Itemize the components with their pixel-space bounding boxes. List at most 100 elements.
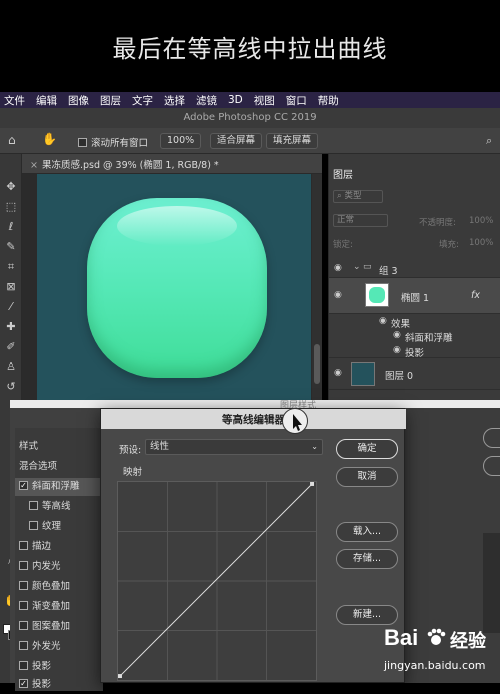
move-tool-icon[interactable]: ✥ [4, 180, 18, 194]
contour-curve-graph[interactable] [117, 481, 317, 681]
visibility-eye-icon[interactable]: ◉ [334, 263, 346, 273]
checkbox-icon[interactable]: ✓ [19, 481, 28, 490]
menu-filter[interactable]: 滤镜 [196, 93, 217, 108]
canvas-scrollbar[interactable] [312, 174, 322, 400]
menu-image[interactable]: 图像 [68, 93, 89, 108]
effect-row-bevel[interactable]: ◉ 斜面和浮雕 [329, 328, 500, 344]
paw-icon [426, 627, 446, 647]
crop-tool-icon[interactable]: ⌗ [4, 260, 18, 274]
filter-icon: ⌕ [337, 191, 342, 201]
history-brush-icon[interactable]: ↺ [4, 380, 18, 394]
menu-select[interactable]: 选择 [164, 93, 185, 108]
layer-row-ellipse[interactable]: ◉ 椭圆 1 fx [329, 278, 500, 314]
lasso-tool-icon[interactable]: ℓ [4, 220, 18, 234]
fit-screen-button[interactable]: 适合屏幕 [210, 133, 263, 149]
color-overlay-item[interactable]: 颜色叠加 [15, 578, 103, 596]
healing-brush-icon[interactable]: ✚ [4, 320, 18, 334]
preview-swatch [483, 533, 500, 633]
item-label: 图案叠加 [32, 621, 71, 632]
checkbox-icon[interactable] [29, 501, 38, 510]
styles-item[interactable]: 样式 [15, 438, 103, 456]
checkbox-icon[interactable] [19, 641, 28, 650]
preset-select[interactable]: 线性 ⌄ [145, 439, 323, 455]
fill-screen-button[interactable]: 填充屏幕 [266, 133, 319, 149]
drop-shadow-item-2[interactable]: ✓ 投影 [15, 676, 103, 694]
brush-tool-icon[interactable]: ✐ [4, 340, 18, 354]
gradient-overlay-item[interactable]: 渐变叠加 [15, 598, 103, 616]
fx-badge[interactable]: fx [471, 290, 480, 301]
checkbox-icon[interactable] [19, 661, 28, 670]
dialog-ok-button-partial[interactable] [483, 428, 500, 448]
document-canvas[interactable] [37, 174, 311, 400]
checkbox-icon[interactable] [19, 621, 28, 630]
bevel-emboss-item[interactable]: ✓ 斜面和浮雕 [15, 478, 103, 496]
visibility-eye-icon[interactable]: ◉ [393, 330, 405, 340]
outer-glow-item[interactable]: 外发光 [15, 638, 103, 656]
watermark-brand2: 经验 [450, 631, 486, 652]
dialog-cancel-button-partial[interactable] [483, 456, 500, 476]
menu-layer[interactable]: 图层 [100, 93, 121, 108]
menu-view[interactable]: 视图 [254, 93, 275, 108]
eyedropper-icon[interactable]: ⁄ [4, 300, 18, 314]
visibility-eye-icon[interactable]: ◉ [334, 290, 346, 300]
visibility-eye-icon[interactable]: ◉ [334, 368, 346, 378]
layers-panel-tab[interactable]: 图层 [333, 166, 353, 181]
layer-row-background[interactable]: ◉ 图层 0 [329, 358, 500, 390]
cancel-button[interactable]: 取消 [336, 467, 398, 487]
frame-tool-icon[interactable]: ⊠ [4, 280, 18, 294]
fill-value[interactable]: 100% [469, 238, 493, 248]
drop-shadow-item[interactable]: 投影 [15, 658, 103, 676]
texture-item[interactable]: 纹理 [15, 518, 103, 536]
checkbox-icon[interactable] [29, 521, 38, 530]
contour-curve-line [119, 483, 313, 677]
layer-name: 椭圆 1 [401, 293, 430, 304]
checkbox-icon[interactable] [19, 581, 28, 590]
checkbox-icon[interactable] [19, 601, 28, 610]
watermark-url: jingyan.baidu.com [384, 659, 486, 672]
chevron-down-icon[interactable]: ⌄ [353, 262, 361, 272]
scrollbar-thumb[interactable] [314, 344, 320, 384]
stamp-tool-icon[interactable]: ♙ [4, 360, 18, 374]
effect-label: 投影 [405, 348, 425, 359]
lock-label: 锁定: [333, 240, 353, 250]
zoom-100-button[interactable]: 100% [160, 133, 202, 149]
visibility-eye-icon[interactable]: ◉ [393, 345, 405, 355]
app-title-bar: Adobe Photoshop CC 2019 [0, 108, 500, 128]
save-button[interactable]: 存储... [336, 549, 398, 569]
menu-edit[interactable]: 编辑 [36, 93, 57, 108]
opacity-value[interactable]: 100% [469, 216, 493, 226]
stroke-item[interactable]: 描边 [15, 538, 103, 556]
document-tab-label: 果冻质感.psd @ 39% (椭圆 1, RGB/8) * [41, 160, 219, 171]
load-button[interactable]: 载入... [336, 522, 398, 542]
pattern-overlay-item[interactable]: 图案叠加 [15, 618, 103, 636]
layer-kind-filter[interactable]: ⌕ 类型 [333, 190, 383, 203]
ok-button[interactable]: 确定 [336, 439, 398, 459]
contour-item[interactable]: 等高线 [15, 498, 103, 516]
menu-type[interactable]: 文字 [132, 93, 153, 108]
document-tab[interactable]: × 果冻质感.psd @ 39% (椭圆 1, RGB/8) * [30, 157, 219, 171]
checkbox-icon[interactable] [19, 561, 28, 570]
checkbox-icon[interactable] [19, 541, 28, 550]
scroll-all-windows-checkbox[interactable]: 滚动所有窗口 [78, 135, 148, 149]
visibility-eye-icon[interactable]: ◉ [379, 316, 391, 326]
marquee-tool-icon[interactable]: ⬚ [4, 200, 18, 214]
hand-tool-icon[interactable]: ✋ [42, 132, 64, 148]
checkbox-icon[interactable]: ✓ [19, 679, 28, 688]
menu-window[interactable]: 窗口 [286, 93, 307, 108]
quick-select-icon[interactable]: ✎ [4, 240, 18, 254]
close-icon[interactable]: × [30, 160, 38, 171]
home-icon[interactable]: ⌂ [8, 133, 22, 147]
menu-file[interactable]: 文件 [4, 93, 25, 108]
search-icon[interactable]: ⌕ [486, 134, 492, 148]
document-tab-bar: × 果冻质感.psd @ 39% (椭圆 1, RGB/8) * [22, 154, 322, 174]
effects-row[interactable]: ◉ 效果 [329, 314, 500, 330]
new-button[interactable]: 新建... [336, 605, 398, 625]
menu-help[interactable]: 帮助 [318, 93, 339, 108]
effect-row-shadow[interactable]: ◉ 投影 [329, 342, 500, 359]
menu-3d[interactable]: 3D [228, 94, 243, 106]
blending-options-item[interactable]: 混合选项 [15, 458, 103, 476]
blend-mode-select[interactable]: 正常 [333, 214, 388, 227]
layer-row-group[interactable]: ◉ ⌄ ▭ 组 3 [329, 258, 500, 278]
inner-glow-item[interactable]: 内发光 [15, 558, 103, 576]
layer-kind-label: 类型 [344, 191, 362, 201]
